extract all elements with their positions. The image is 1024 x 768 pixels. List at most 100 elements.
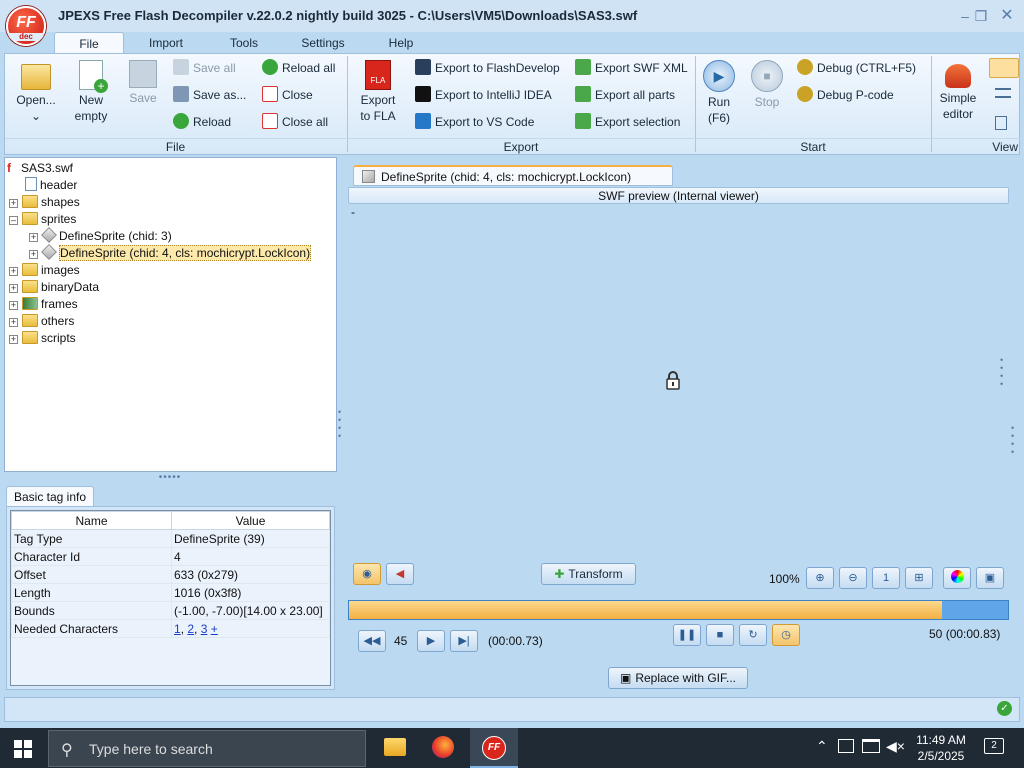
right-splitter-handle[interactable]: • • • • <box>1000 356 1006 389</box>
open-button[interactable]: Open... ⌄ <box>11 60 61 124</box>
expand-icon[interactable]: + <box>9 284 18 293</box>
tree-item-root[interactable]: f SAS3.swf <box>7 160 73 177</box>
tree-item-sprite-4[interactable]: + DefineSprite (chid: 4, cls: mochicrypt.… <box>29 244 312 262</box>
file-explorer-icon[interactable] <box>384 738 406 756</box>
ribbon: Open... ⌄ + New empty Save Save all Save a… <box>4 53 1020 155</box>
expand-icon[interactable]: + <box>9 267 18 276</box>
simple-editor-button[interactable]: Simple editor <box>935 60 981 122</box>
export-to-fla-button[interactable]: FLA Export to FLA <box>355 60 401 124</box>
needed-char-link-1[interactable]: 1 <box>174 622 181 636</box>
table-row[interactable]: Character Id 4 <box>11 547 330 566</box>
stop-playback-button[interactable]: ■ <box>706 624 734 646</box>
zoom-out-button[interactable]: ⊖ <box>839 567 867 589</box>
view-folder-toggle[interactable] <box>989 58 1019 78</box>
list-view-icon[interactable] <box>995 88 1011 98</box>
chevron-up-icon[interactable]: ⌃ <box>816 738 828 755</box>
run-button[interactable]: ▶ Run (F6) <box>701 60 737 126</box>
ffdec-app-icon: FF <box>482 736 506 760</box>
tree-item-scripts[interactable]: + scripts <box>9 330 76 347</box>
table-row[interactable]: Bounds (-1.00, -7.00)[14.00 x 23.00] <box>11 601 330 620</box>
table-row[interactable]: Length 1016 (0x3f8) <box>11 583 330 602</box>
timeline-slider[interactable] <box>348 600 1009 620</box>
tab-settings[interactable]: Settings <box>294 32 352 54</box>
zoom-in-button[interactable]: ⊕ <box>806 567 834 589</box>
reload-all-button[interactable]: Reload all <box>262 58 335 78</box>
tab-file[interactable]: File <box>54 32 124 54</box>
tree-item-sprites[interactable]: – sprites <box>9 211 76 228</box>
needed-char-link-2[interactable]: 2 <box>187 622 194 636</box>
vertical-splitter-handle[interactable]: • • • • <box>338 408 344 442</box>
table-row[interactable]: Tag Type DefineSprite (39) <box>11 529 330 548</box>
security-icon[interactable] <box>838 739 854 753</box>
frame-counter-toggle[interactable]: ◷ <box>772 624 800 646</box>
tree-item-binarydata[interactable]: + binaryData <box>9 279 99 296</box>
edge-splitter-handle[interactable]: • • • • <box>1011 424 1017 457</box>
export-all-parts-button[interactable]: Export all parts <box>575 85 675 105</box>
tab-basic-tag-info[interactable]: Basic tag info <box>6 486 94 506</box>
windows-start-icon[interactable] <box>14 740 32 758</box>
firefox-icon[interactable] <box>432 736 454 758</box>
taskbar-search-box[interactable]: ⚲ Type here to search <box>48 730 366 767</box>
export-selection-button[interactable]: Export selection <box>575 112 680 132</box>
first-frame-button[interactable]: ◀◀ <box>358 630 386 652</box>
table-row[interactable]: Offset 633 (0x279) <box>11 565 330 584</box>
debug-pcode-button[interactable]: Debug P-code <box>797 85 894 105</box>
expand-icon[interactable]: + <box>9 301 18 310</box>
tab-preview-sprite[interactable]: DefineSprite (chid: 4, cls: mochicrypt.L… <box>353 165 673 186</box>
export-intellij-button[interactable]: Export to IntelliJ IDEA <box>415 85 552 105</box>
next-frame-button[interactable]: ▶| <box>450 630 478 652</box>
expand-icon[interactable]: + <box>9 335 18 344</box>
tree-item-sprite-3[interactable]: + DefineSprite (chid: 3) <box>29 227 172 245</box>
tab-import[interactable]: Import <box>140 32 192 54</box>
show-preview-toggle[interactable]: ◉ <box>353 563 381 585</box>
collapse-icon[interactable]: – <box>9 216 18 225</box>
tree-item-header[interactable]: header <box>25 177 77 194</box>
splitter-handle[interactable]: ••••• <box>153 472 187 483</box>
tab-help[interactable]: Help <box>384 32 418 54</box>
resource-view-icon[interactable] <box>995 116 1007 130</box>
debug-button[interactable]: Debug (CTRL+F5) <box>797 58 916 78</box>
volume-muted-icon[interactable]: ◀× <box>886 738 905 755</box>
notifications-icon[interactable]: 2 <box>984 738 1004 754</box>
save-as-button[interactable]: Save as... <box>173 85 246 105</box>
taskbar-clock[interactable]: 11:49 AM 2/5/2025 <box>910 732 972 764</box>
loop-button[interactable]: ↻ <box>739 624 767 646</box>
save-all-button[interactable]: Save all <box>173 58 236 78</box>
close-all-button[interactable]: Close all <box>262 112 328 132</box>
expand-icon[interactable]: + <box>29 250 38 259</box>
tab-tools[interactable]: Tools <box>222 32 266 54</box>
transform-button[interactable]: ✚ Transform <box>541 563 636 585</box>
background-color-button[interactable] <box>943 567 971 589</box>
export-flashdevelop-button[interactable]: Export to FlashDevelop <box>415 58 560 78</box>
needed-char-more-link[interactable]: + <box>211 622 218 636</box>
tree-item-frames[interactable]: + frames <box>9 296 78 313</box>
export-vscode-button[interactable]: Export to VS Code <box>415 112 534 132</box>
table-row[interactable]: Needed Characters 1, 2, 3 + <box>11 619 330 638</box>
new-empty-button[interactable]: + New empty <box>67 60 115 124</box>
tree-item-others[interactable]: + others <box>9 313 74 330</box>
stop-button[interactable]: ■ Stop <box>749 60 785 110</box>
tree-item-shapes[interactable]: + shapes <box>9 194 80 211</box>
tree-item-images[interactable]: + images <box>9 262 80 279</box>
mute-toggle[interactable]: ◀ <box>386 563 414 585</box>
expand-icon[interactable]: + <box>29 233 38 242</box>
close-file-button[interactable]: Close <box>262 85 313 105</box>
pause-button[interactable]: ❚❚ <box>673 624 701 646</box>
zoom-fit-button[interactable]: ⊞ <box>905 567 933 589</box>
close-icon[interactable]: ✕ <box>996 6 1018 26</box>
prev-frame-button[interactable]: ▶ <box>417 630 445 652</box>
taskbar-ffdec-app[interactable]: FF <box>470 728 518 768</box>
restore-icon[interactable]: ❐ <box>970 6 992 26</box>
expand-icon[interactable]: + <box>9 318 18 327</box>
step-forward-icon: ▶| <box>458 635 470 647</box>
needed-char-link-3[interactable]: 3 <box>201 622 208 636</box>
snapshot-button[interactable]: ▣ <box>976 567 1004 589</box>
save-button[interactable]: Save <box>123 60 163 106</box>
reload-button[interactable]: Reload <box>173 112 231 132</box>
network-icon[interactable] <box>862 739 880 753</box>
export-swf-xml-button[interactable]: Export SWF XML <box>575 58 688 78</box>
tag-tree[interactable]: f SAS3.swf header + shapes – sprites + Defin… <box>4 157 337 472</box>
expand-icon[interactable]: + <box>9 199 18 208</box>
zoom-actual-button[interactable]: 1 <box>872 567 900 589</box>
replace-with-gif-button[interactable]: ▣ Replace with GIF... <box>608 667 748 689</box>
